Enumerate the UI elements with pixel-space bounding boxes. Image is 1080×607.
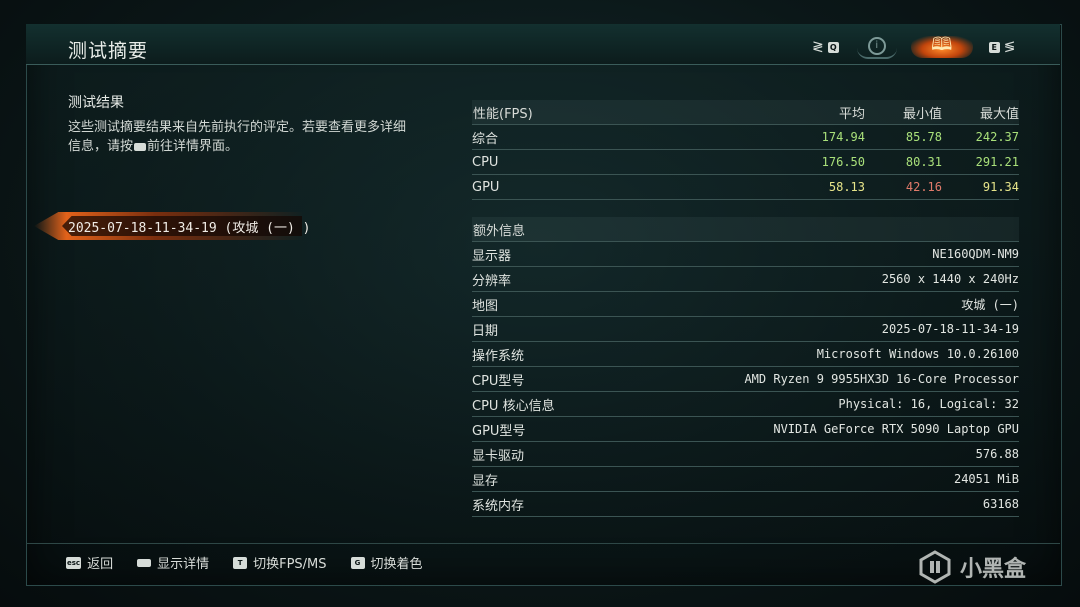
results-description: 这些测试摘要结果来自先前执行的评定。若要查看更多详细信息，请按 前往详情界面。 [68, 118, 408, 156]
info-row: CPU型号 AMD Ryzen 9 9955HX3D 16-Core Proces… [472, 367, 1019, 392]
tab-info[interactable]: i [856, 35, 897, 59]
perf-row-overall: 综合 174.94 85.78 242.37 [472, 125, 1019, 150]
info-label: 日期 [472, 323, 499, 339]
info-row: 操作系统 Microsoft Windows 10.0.26100 [472, 342, 1019, 367]
extra-info-header: 额外信息 [472, 217, 1019, 242]
info-label: 显存 [472, 473, 499, 489]
info-row: 日期 2025-07-18-11-34-19 [472, 317, 1019, 342]
description-text-2: 前往详情界面。 [147, 139, 239, 154]
info-row: 系统内存 63168 [472, 492, 1019, 517]
perf-col-avg: 平均 [838, 106, 865, 122]
spacebar-key-icon [137, 558, 152, 567]
hint-toggle-fps-ms[interactable]: T 切换FPS/MS [233, 553, 327, 572]
performance-header: 性能(FPS) 平均 最小值 最大值 [472, 100, 1019, 125]
info-row: 分辨率 2560 x 1440 x 240Hz [472, 267, 1019, 292]
row-label: 综合 [472, 131, 499, 147]
info-label: GPU型号 [472, 423, 526, 439]
summary-table: 性能(FPS) 平均 最小值 最大值 综合 174.94 85.78 242.3… [472, 100, 1019, 517]
perf-col-label: 性能(FPS) [473, 106, 533, 122]
info-label: 显示器 [472, 248, 512, 264]
avg-value: 176.50 [821, 155, 865, 169]
info-row: 显存 24051 MiB [472, 467, 1019, 492]
hint-label: 返回 [87, 557, 114, 572]
info-value: 63168 [982, 497, 1019, 511]
info-label: CPU 核心信息 [472, 398, 555, 414]
results-title: 测试结果 [68, 95, 124, 111]
hint-label: 显示详情 [157, 557, 210, 572]
avg-value: 174.94 [821, 130, 865, 144]
footer-hints: esc 返回 显示详情 T 切换FPS/MS G 切换着色 [66, 553, 447, 572]
hint-label: 切换FPS/MS [253, 557, 327, 572]
t-key-icon: T [233, 556, 248, 569]
hint-back[interactable]: esc 返回 [66, 553, 113, 572]
info-row: 显示器 NE160QDM-NM9 [472, 242, 1019, 267]
hint-show-details[interactable]: 显示详情 [137, 553, 209, 572]
circle-info-icon: i [867, 37, 886, 55]
esc-key-icon: esc [66, 556, 82, 569]
row-label: CPU [472, 154, 499, 170]
info-value: 2560 x 1440 x 240Hz [881, 272, 1019, 286]
min-value: 42.16 [905, 180, 942, 194]
g-key-icon: G [350, 556, 365, 569]
row-label: GPU [472, 179, 500, 195]
key-e-icon: E [988, 41, 1000, 53]
perf-col-min: 最小值 [902, 106, 942, 122]
detail-key-icon [134, 142, 147, 151]
tab-summary[interactable]: 🕮 [910, 34, 973, 58]
info-label: CPU型号 [472, 373, 525, 389]
page-title: 测试摘要 [68, 40, 149, 62]
info-value: 576.88 [975, 447, 1019, 461]
info-value: NVIDIA GeForce RTX 5090 Laptop GPU [773, 422, 1019, 436]
key-q-icon: Q [827, 41, 839, 53]
info-value: NE160QDM-NM9 [932, 247, 1019, 261]
info-label: 显卡驱动 [472, 448, 525, 464]
info-value: 24051 MiB [953, 472, 1019, 486]
hint-label: 切换着色 [370, 557, 423, 572]
info-label: 操作系统 [472, 348, 525, 364]
max-value: 291.21 [975, 155, 1019, 169]
info-row: GPU型号 NVIDIA GeForce RTX 5090 Laptop GPU [472, 417, 1019, 442]
info-row: CPU 核心信息 Physical: 16, Logical: 32 [472, 392, 1019, 417]
info-value: 2025-07-18-11-34-19 [881, 322, 1019, 336]
max-value: 242.37 [975, 130, 1019, 144]
book-icon: 🕮 [931, 34, 953, 55]
min-value: 85.78 [905, 130, 942, 144]
footer-divider [26, 543, 1060, 544]
info-label: 地图 [472, 298, 499, 314]
watermark: 小黑盒 [918, 550, 1026, 584]
chevron-left-icon: ≷ [812, 39, 824, 55]
info-row: 地图 攻城 (一) [472, 292, 1019, 317]
perf-row-gpu: GPU 58.13 42.16 91.34 [472, 175, 1019, 200]
watermark-text: 小黑盒 [960, 557, 1027, 582]
heybox-logo-icon [919, 550, 951, 584]
info-value: 攻城 (一) [961, 297, 1019, 312]
info-value: Microsoft Windows 10.0.26100 [816, 347, 1019, 361]
selected-run-item[interactable]: 2025-07-18-11-34-19 (攻城 (一) ) [34, 212, 311, 240]
hint-toggle-color[interactable]: G 切换着色 [350, 553, 423, 572]
chevron-right-icon: ≶ [1003, 39, 1016, 55]
selected-run-label: 2025-07-18-11-34-19 (攻城 (一) ) [68, 221, 311, 236]
max-value: 91.34 [982, 180, 1019, 194]
info-row: 显卡驱动 576.88 [472, 442, 1019, 467]
min-value: 80.31 [905, 155, 942, 169]
perf-row-cpu: CPU 176.50 80.31 291.21 [472, 150, 1019, 175]
tab-nav: ≷ Q i 🕮 E ≶ [812, 34, 1015, 60]
info-value: Physical: 16, Logical: 32 [838, 397, 1019, 411]
perf-col-max: 最大值 [979, 106, 1019, 122]
info-label: 分辨率 [472, 273, 512, 289]
info-value: AMD Ryzen 9 9955HX3D 16-Core Processor [744, 372, 1019, 386]
info-label: 系统内存 [472, 498, 525, 514]
extra-info-title: 额外信息 [473, 223, 526, 239]
avg-value: 58.13 [828, 180, 865, 194]
